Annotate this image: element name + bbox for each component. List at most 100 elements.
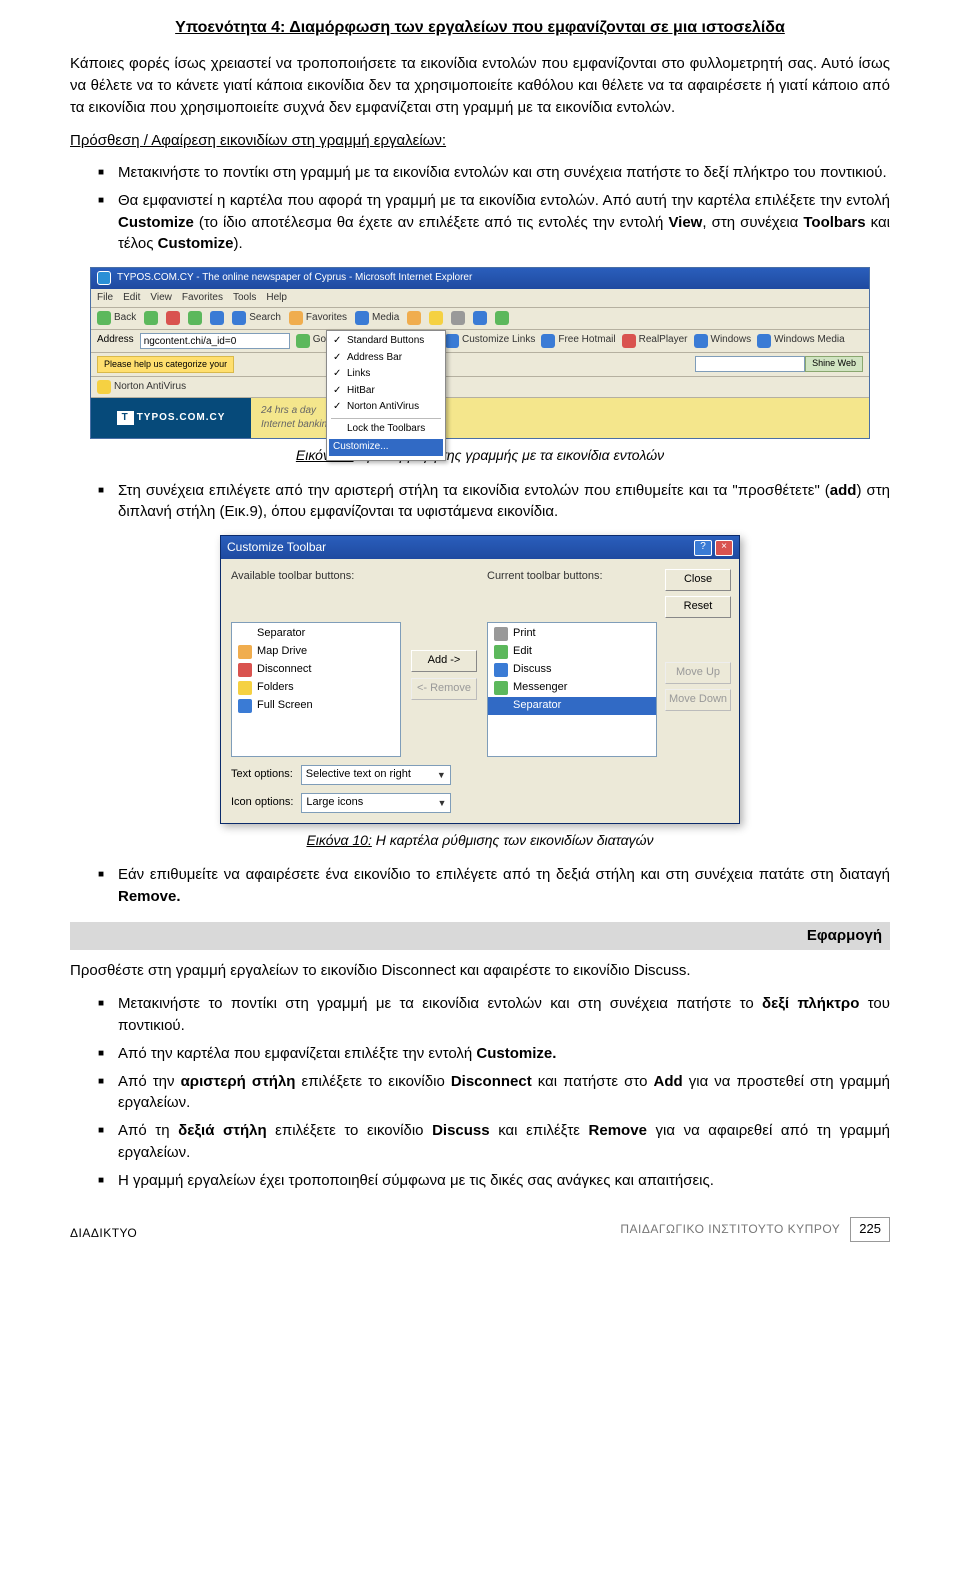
list-item[interactable]: Edit <box>488 643 656 661</box>
menu-file[interactable]: File <box>97 291 113 306</box>
link-item[interactable]: Customize Links <box>445 333 535 348</box>
link-item[interactable]: Windows Media <box>757 333 845 348</box>
add-button[interactable]: Add -> <box>411 650 477 672</box>
menu-help[interactable]: Help <box>266 291 287 306</box>
list-item[interactable]: Discuss <box>488 661 656 679</box>
bullet-list-1: Μετακινήστε το ποντίκι στη γραμμή με τα … <box>70 162 890 255</box>
figure-10: Customize Toolbar ? × Available toolbar … <box>70 535 890 824</box>
link-icon <box>541 334 555 348</box>
list-item-selected[interactable]: Separator <box>488 697 656 715</box>
available-listbox[interactable]: Separator Map Drive Disconnect Folders F… <box>231 622 401 757</box>
yellow-strip[interactable]: Please help us categorize your <box>97 356 234 373</box>
available-label: Available toolbar buttons: <box>231 569 401 585</box>
moveup-button[interactable]: Move Up <box>665 662 731 684</box>
caption-10: Εικόνα 10: Η καρτέλα ρύθμισης των εικονι… <box>70 830 890 850</box>
remove-button[interactable]: <- Remove <box>411 678 477 700</box>
link-item[interactable]: RealPlayer <box>622 333 688 348</box>
bullet-item: Μετακινήστε το ποντίκι στη γραμμή με τα … <box>98 162 890 184</box>
link-icon <box>694 334 708 348</box>
close-button[interactable]: × <box>715 540 733 556</box>
subheading: Πρόσθεση / Αφαίρεση εικονιδίων στη γραμμ… <box>70 130 890 152</box>
dialog-body: Available toolbar buttons: Current toolb… <box>221 559 739 823</box>
footer-institution: ΠΑΙΔΑΓΩΓΙΚΟ ΙΝΣΤΙΤΟΥΤΟ ΚΥΠΡΟΥ <box>620 1221 840 1238</box>
dd-links[interactable]: ✓Links <box>331 366 441 383</box>
shine-search[interactable]: Shine Web <box>695 356 863 372</box>
back-icon <box>97 311 111 325</box>
standard-toolbar[interactable]: Back Search Favorites Media ✓Standard Bu… <box>91 308 869 330</box>
dd-norton[interactable]: ✓Norton AntiVirus <box>331 399 441 416</box>
text-options-combo[interactable]: Selective text on right▼ <box>301 765 451 785</box>
edit-icon[interactable] <box>473 311 487 325</box>
typos-logo: TTYPOS.COM.CY <box>91 398 251 438</box>
dd-standard[interactable]: ✓Standard Buttons <box>331 333 441 350</box>
go-button[interactable]: Go <box>296 333 326 348</box>
caption-9: Εικόνα 9: Προσαρμογή της γραμμής με τα ε… <box>70 445 890 465</box>
discuss-icon <box>494 663 508 677</box>
chevron-down-icon: ▼ <box>437 769 446 782</box>
text-options-row: Text options: Selective text on right▼ <box>231 765 750 785</box>
shine-button[interactable]: Shine Web <box>805 356 863 372</box>
toolbar-context-menu[interactable]: ✓Standard Buttons ✓Address Bar ✓Links ✓H… <box>326 330 446 461</box>
menu-favorites[interactable]: Favorites <box>182 291 223 306</box>
steps-list: Μετακινήστε το ποντίκι στη γραμμή με τα … <box>70 993 890 1191</box>
dd-separator <box>331 418 441 419</box>
list-item[interactable]: Map Drive <box>232 643 400 661</box>
back-button[interactable]: Back <box>97 311 136 326</box>
edit-icon <box>494 645 508 659</box>
current-listbox[interactable]: Print Edit Discuss Messenger Separator <box>487 622 657 757</box>
ie-icon <box>97 271 111 285</box>
discuss-icon[interactable] <box>495 311 509 325</box>
dd-lock[interactable]: Lock the Toolbars <box>331 421 441 438</box>
bullet-item: Στη συνέχεια επιλέγετε από την αριστερή … <box>98 480 890 524</box>
dialog-title: Customize Toolbar <box>227 539 326 556</box>
norton-bar: Norton AntiVirus <box>91 377 869 399</box>
dd-hitbar[interactable]: ✓HitBar <box>331 383 441 400</box>
forward-icon[interactable] <box>144 311 158 325</box>
icon-options-combo[interactable]: Large icons▼ <box>301 793 451 813</box>
media-button[interactable]: Media <box>355 311 399 326</box>
home-icon[interactable] <box>210 311 224 325</box>
stop-icon[interactable] <box>166 311 180 325</box>
list-item[interactable]: Full Screen <box>232 697 400 715</box>
fullscreen-icon <box>238 699 252 713</box>
menu-tools[interactable]: Tools <box>233 291 256 306</box>
messenger-icon <box>494 681 508 695</box>
icon-options-row: Icon options: Large icons▼ <box>231 793 750 813</box>
close-dialog-button[interactable]: Close <box>665 569 731 591</box>
list-item[interactable]: Folders <box>232 679 400 697</box>
favorites-button[interactable]: Favorites <box>289 311 347 326</box>
customize-toolbar-dialog: Customize Toolbar ? × Available toolbar … <box>220 535 740 824</box>
print-icon[interactable] <box>451 311 465 325</box>
menu-edit[interactable]: Edit <box>123 291 140 306</box>
list-item[interactable]: Separator <box>232 625 400 643</box>
help-button[interactable]: ? <box>694 540 712 556</box>
ie-window: TYPOS.COM.CY - The online newspaper of C… <box>90 267 870 439</box>
step-item: Από την καρτέλα που εμφανίζεται επιλέξτε… <box>98 1043 890 1065</box>
reset-button[interactable]: Reset <box>665 596 731 618</box>
address-bar[interactable]: Address ngcontent.chi/a_id=0 Go Links To… <box>91 330 869 353</box>
link-item[interactable]: Free Hotmail <box>541 333 615 348</box>
menu-view[interactable]: View <box>150 291 172 306</box>
print-icon <box>494 627 508 641</box>
shine-input[interactable] <box>695 356 805 372</box>
page-footer: ΔΙΑΔΙΚΤΥΟ ΠΑΙΔΑΓΩΓΙΚΟ ΙΝΣΤΙΤΟΥΤΟ ΚΥΠΡΟΥ … <box>70 1217 890 1242</box>
search-button[interactable]: Search <box>232 311 281 326</box>
norton-label: Norton AntiVirus <box>97 380 863 395</box>
dd-customize[interactable]: Customize... <box>329 439 443 456</box>
list-item[interactable]: Messenger <box>488 679 656 697</box>
history-icon[interactable] <box>407 311 421 325</box>
link-icon <box>622 334 636 348</box>
list-item[interactable]: Print <box>488 625 656 643</box>
menu-bar[interactable]: File Edit View Favorites Tools Help <box>91 289 869 309</box>
bullet-list-2: Στη συνέχεια επιλέγετε από την αριστερή … <box>70 480 890 524</box>
window-titlebar: TYPOS.COM.CY - The online newspaper of C… <box>91 268 869 289</box>
dd-address[interactable]: ✓Address Bar <box>331 350 441 367</box>
refresh-icon[interactable] <box>188 311 202 325</box>
movedown-button[interactable]: Move Down <box>665 689 731 711</box>
dialog-titlebar: Customize Toolbar ? × <box>221 536 739 559</box>
address-input[interactable]: ngcontent.chi/a_id=0 <box>140 333 290 349</box>
section-title: Υποενότητα 4: Διαμόρφωση των εργαλείων π… <box>70 16 890 39</box>
mail-icon[interactable] <box>429 311 443 325</box>
link-item[interactable]: Windows <box>694 333 752 348</box>
list-item[interactable]: Disconnect <box>232 661 400 679</box>
